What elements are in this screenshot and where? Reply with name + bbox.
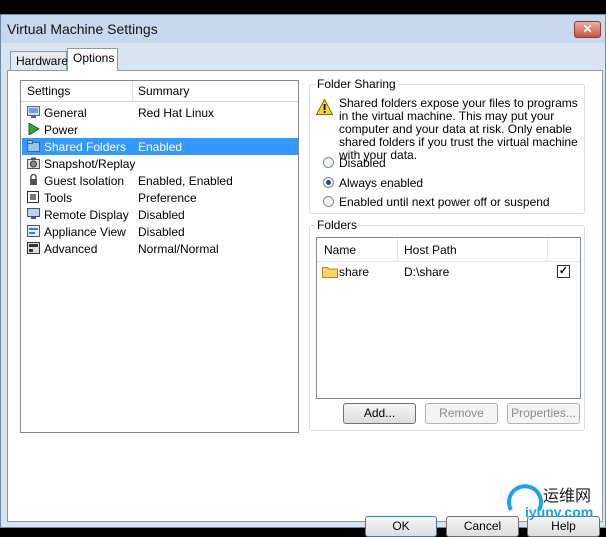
settings-item-snapshot-replay[interactable]: Snapshot/Replay xyxy=(22,155,298,172)
settings-item-summary: Disabled xyxy=(138,225,185,239)
settings-item-remote-display[interactable]: Remote Display Disabled xyxy=(22,206,298,223)
tab-hardware[interactable]: Hardware xyxy=(10,51,69,71)
settings-item-shared-folders[interactable]: Shared Folders Enabled xyxy=(22,138,298,155)
tab-options[interactable]: Options xyxy=(67,48,118,71)
settings-item-label: Advanced xyxy=(44,242,98,256)
radio-disabled[interactable] xyxy=(323,157,334,168)
column-divider xyxy=(547,238,548,261)
settings-column-header[interactable]: Settings xyxy=(27,84,70,98)
folder-name: share xyxy=(339,265,370,279)
watermark-url: iyunv.com xyxy=(525,504,594,520)
settings-item-label: Power xyxy=(44,123,79,137)
settings-item-summary: Red Hat Linux xyxy=(138,106,215,120)
folder-properties-button[interactable]: Properties... xyxy=(507,403,580,424)
folder-enabled-checkbox[interactable]: ✓ xyxy=(557,265,570,278)
watermark: 运维网 iyunv.com xyxy=(505,478,606,522)
settings-item-advanced[interactable]: Advanced Normal/Normal xyxy=(22,240,298,257)
settings-item-label: Shared Folders xyxy=(44,140,127,154)
summary-column-header[interactable]: Summary xyxy=(138,84,189,98)
settings-item-general[interactable]: General Red Hat Linux xyxy=(22,104,298,121)
folder-host-path: D:\share xyxy=(404,265,450,279)
radio-always-enabled-label[interactable]: Always enabled xyxy=(339,176,423,190)
remote-display-icon xyxy=(27,208,40,219)
ok-button[interactable]: OK xyxy=(365,516,437,537)
folder-sharing-title: Folder Sharing xyxy=(315,77,398,91)
radio-enabled-until-power-off-label[interactable]: Enabled until next power off or suspend xyxy=(339,195,550,209)
settings-item-summary: Enabled xyxy=(138,140,183,154)
settings-list[interactable]: Settings Summary General Red Hat Linux P… xyxy=(20,80,299,433)
settings-item-tools[interactable]: Tools Preference xyxy=(22,189,298,206)
add-folder-button[interactable]: Add... xyxy=(343,403,416,424)
settings-item-label: Remote Display xyxy=(44,208,129,222)
folders-table[interactable]: Name Host Path share D:\share ✓ xyxy=(316,237,581,399)
name-column-header[interactable]: Name xyxy=(324,243,356,257)
tab-options-label: Options xyxy=(73,51,115,65)
settings-item-summary: Disabled xyxy=(138,208,185,222)
general-icon xyxy=(27,106,40,118)
settings-item-label: Appliance View xyxy=(44,225,126,239)
shared-folders-warning: Shared folders expose your files to prog… xyxy=(339,96,578,162)
tools-icon xyxy=(27,191,39,203)
column-divider xyxy=(397,238,398,261)
settings-item-label: Guest Isolation xyxy=(44,174,125,188)
radio-disabled-label[interactable]: Disabled xyxy=(339,156,386,170)
settings-item-power[interactable]: Power xyxy=(22,121,298,138)
table-row[interactable]: share D:\share ✓ xyxy=(317,263,580,281)
folder-icon xyxy=(322,267,338,278)
settings-item-label: Tools xyxy=(44,191,73,205)
close-button[interactable]: ✕ xyxy=(574,21,601,38)
settings-item-label: General xyxy=(44,106,87,120)
folders-table-header: Name Host Path xyxy=(317,238,580,262)
tab-hardware-label: Hardware xyxy=(16,54,69,68)
window-title: Virtual Machine Settings xyxy=(7,21,158,37)
radio-always-enabled[interactable] xyxy=(323,177,334,188)
warning-icon xyxy=(316,99,333,115)
settings-item-summary: Normal/Normal xyxy=(138,242,219,256)
power-icon xyxy=(28,123,40,135)
settings-item-summary: Preference xyxy=(138,191,197,205)
settings-list-header: Settings Summary xyxy=(21,81,298,102)
radio-enabled-until-power-off[interactable] xyxy=(323,196,334,207)
host-path-column-header[interactable]: Host Path xyxy=(404,243,457,257)
column-divider xyxy=(132,81,133,101)
guest-isolation-icon xyxy=(30,174,37,185)
title-bar: Virtual Machine Settings ✕ xyxy=(1,15,605,43)
remove-folder-button[interactable]: Remove xyxy=(425,403,498,424)
shared-folders-icon xyxy=(27,140,40,152)
settings-item-label: Snapshot/Replay xyxy=(44,157,136,171)
snapshot-icon xyxy=(27,157,40,169)
settings-item-appliance-view[interactable]: Appliance View Disabled xyxy=(22,223,298,240)
settings-item-guest-isolation[interactable]: Guest Isolation Enabled, Enabled xyxy=(22,172,298,189)
folders-title: Folders xyxy=(315,218,360,232)
advanced-icon xyxy=(27,242,40,254)
appliance-view-icon xyxy=(27,225,40,237)
settings-item-summary: Enabled, Enabled xyxy=(138,174,233,188)
watermark-text: 运维网 xyxy=(543,488,592,505)
